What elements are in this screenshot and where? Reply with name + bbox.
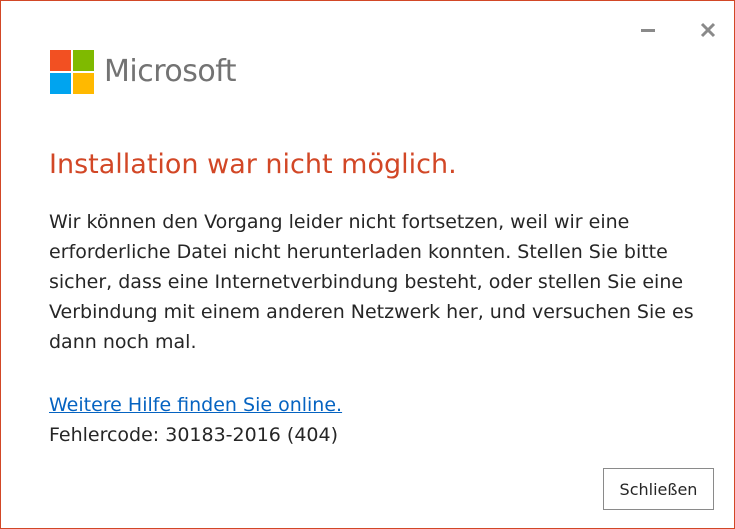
minimize-button[interactable] [633, 15, 663, 45]
help-online-link[interactable]: Weitere Hilfe finden Sie online. [49, 391, 342, 419]
error-code: Fehlercode: 30183-2016 (404) [49, 424, 339, 446]
logo-square-green [73, 50, 94, 71]
close-window-button[interactable] [693, 15, 723, 45]
error-message: Wir können den Vorgang leider nicht fort… [49, 211, 694, 353]
close-button[interactable]: Schließen [603, 468, 714, 510]
microsoft-logo-icon [50, 50, 94, 94]
close-icon [700, 22, 716, 38]
minimize-icon [641, 29, 655, 32]
dialog-title: Installation war nicht möglich. [49, 149, 457, 180]
logo-square-blue [50, 73, 71, 94]
close-button-label: Schließen [619, 479, 698, 499]
error-dialog-window: Microsoft Installation war nicht möglich… [0, 0, 735, 529]
microsoft-logo: Microsoft [50, 50, 237, 94]
logo-square-red [50, 50, 71, 71]
logo-square-yellow [73, 73, 94, 94]
logo-wordmark: Microsoft [104, 54, 237, 89]
